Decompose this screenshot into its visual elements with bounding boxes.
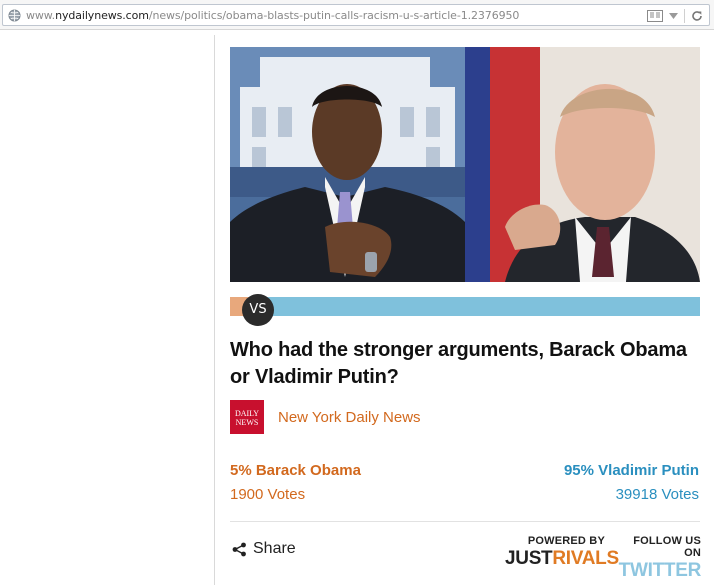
daily-news-logo: DAILY NEWS (230, 400, 264, 434)
poll-widget: VS Who had the stronger arguments, Barac… (214, 35, 714, 585)
putin-photo (465, 47, 700, 282)
rival-photos (230, 47, 700, 282)
divider (684, 9, 685, 23)
right-option-result[interactable]: 95% Vladimir Putin (564, 462, 699, 479)
twitter-label: TWITTER (618, 560, 702, 581)
browser-toolbar: www.nydailynews.com/news/politics/obama-… (0, 0, 714, 30)
follow-twitter-link[interactable]: FOLLOW US ON TWITTER (617, 535, 702, 582)
address-bar[interactable]: www.nydailynews.com/news/politics/obama-… (2, 4, 710, 26)
share-icon (232, 542, 246, 556)
powered-by-justrivals[interactable]: POWERED BY JUSTRIVALS (505, 535, 619, 570)
vs-badge: VS (242, 294, 274, 326)
vote-share-bar (230, 297, 700, 316)
share-button[interactable]: Share (232, 540, 296, 558)
dropdown-arrow-icon[interactable] (669, 13, 678, 19)
source-attribution[interactable]: DAILY NEWS New York Daily News (230, 400, 421, 434)
divider (230, 521, 700, 522)
powered-by-label: POWERED BY (527, 535, 605, 547)
poll-question: Who had the stronger arguments, Barack O… (230, 339, 687, 388)
left-option-result[interactable]: 5% Barack Obama (230, 462, 361, 479)
reader-view-icon[interactable] (647, 10, 663, 22)
obama-photo (230, 47, 465, 282)
left-vote-count: 1900 Votes (230, 486, 306, 503)
source-name[interactable]: New York Daily News (278, 409, 421, 426)
address-bar-icons (647, 8, 703, 24)
share-label: Share (253, 540, 296, 557)
follow-us-label: FOLLOW US ON (633, 535, 701, 559)
right-vote-count: 39918 Votes (615, 486, 699, 503)
globe-icon (8, 9, 21, 22)
url-text[interactable]: www.nydailynews.com/news/politics/obama-… (26, 9, 519, 22)
reload-icon[interactable] (691, 10, 703, 22)
justrivals-logo: JUSTRIVALS (505, 548, 619, 569)
